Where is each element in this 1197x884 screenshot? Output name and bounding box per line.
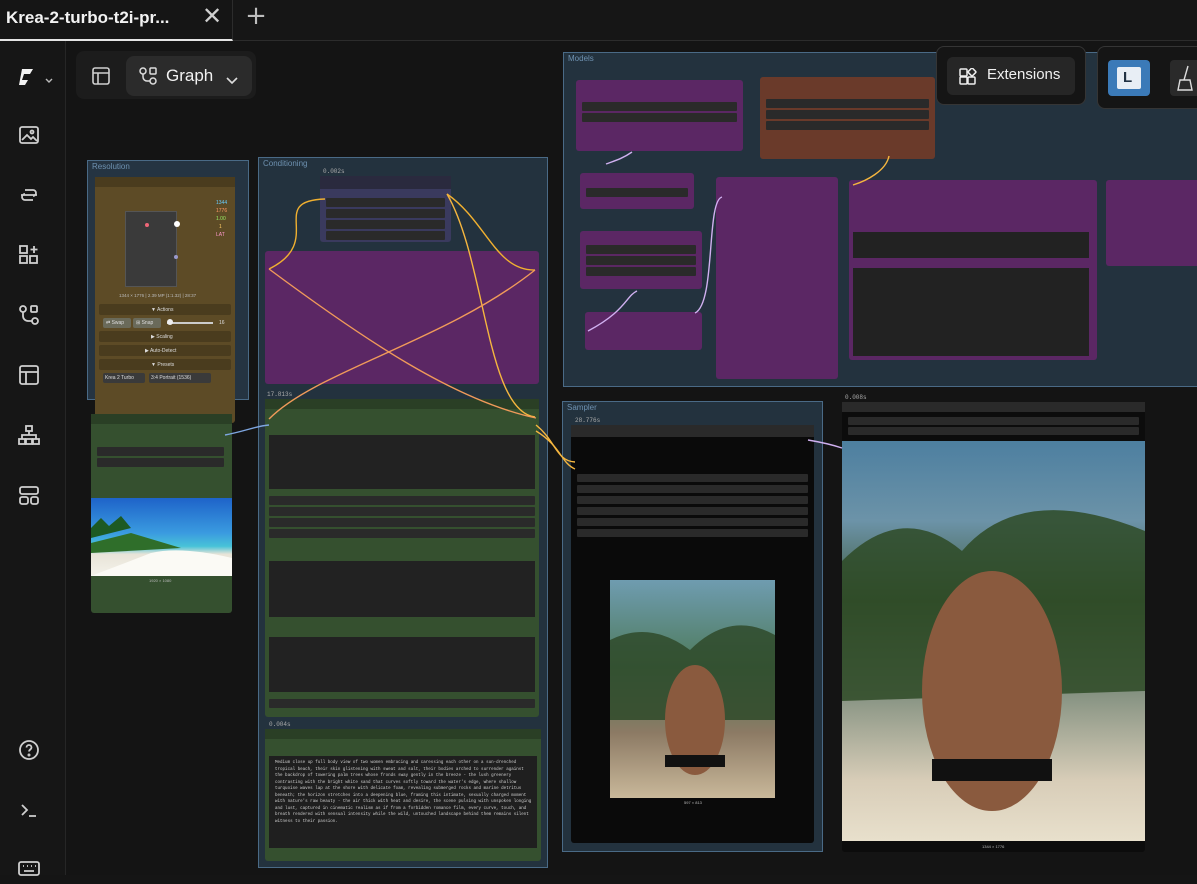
extensions-icon: [959, 67, 977, 86]
l-badge: L: [1123, 69, 1133, 86]
connection-wires: [224, 151, 890, 470]
graph-label: Graph: [166, 66, 214, 85]
add-tab-icon[interactable]: +: [244, 3, 268, 29]
layout-icon[interactable]: [17, 483, 41, 507]
extensions-label: Extensions: [987, 66, 1061, 83]
templates-icon[interactable]: [17, 363, 41, 387]
queue-icon[interactable]: [17, 183, 41, 207]
node-graph-canvas[interactable]: Resolution 1344 1776 1.00 1 LAT 1344 × 1…: [66, 41, 1197, 875]
workflow-icon[interactable]: [17, 303, 41, 327]
chevron-down-icon: [226, 71, 238, 85]
workflow-tab[interactable]: Krea-2-turbo-t2i-pr... ✕: [0, 0, 233, 41]
graph-mode-button[interactable]: Graph: [126, 56, 252, 96]
panel-toggle-icon[interactable]: [84, 59, 118, 93]
hierarchy-icon[interactable]: [17, 423, 41, 447]
broom-icon[interactable]: [1170, 60, 1197, 96]
close-icon[interactable]: ✕: [201, 4, 223, 28]
right-toolbar: L: [1097, 46, 1197, 109]
workflow-tab-title: Krea-2-turbo-t2i-pr...: [6, 8, 170, 27]
terminal-icon[interactable]: [17, 798, 41, 822]
logo-icon[interactable]: [16, 65, 40, 89]
l-extension-button[interactable]: L: [1108, 60, 1150, 96]
nodes-icon[interactable]: [17, 243, 41, 267]
keyboard-icon[interactable]: [17, 856, 41, 880]
chevron-down-icon[interactable]: [44, 71, 54, 83]
graph-icon: [138, 66, 158, 86]
extensions-button[interactable]: Extensions: [947, 57, 1075, 95]
tab-bar: Krea-2-turbo-t2i-pr... ✕ +: [0, 0, 1197, 41]
graph-toolbar: Graph: [76, 51, 256, 99]
help-icon[interactable]: [17, 738, 41, 762]
sidebar: [0, 41, 66, 876]
extensions-panel: Extensions: [936, 46, 1086, 105]
images-icon[interactable]: [17, 123, 41, 147]
